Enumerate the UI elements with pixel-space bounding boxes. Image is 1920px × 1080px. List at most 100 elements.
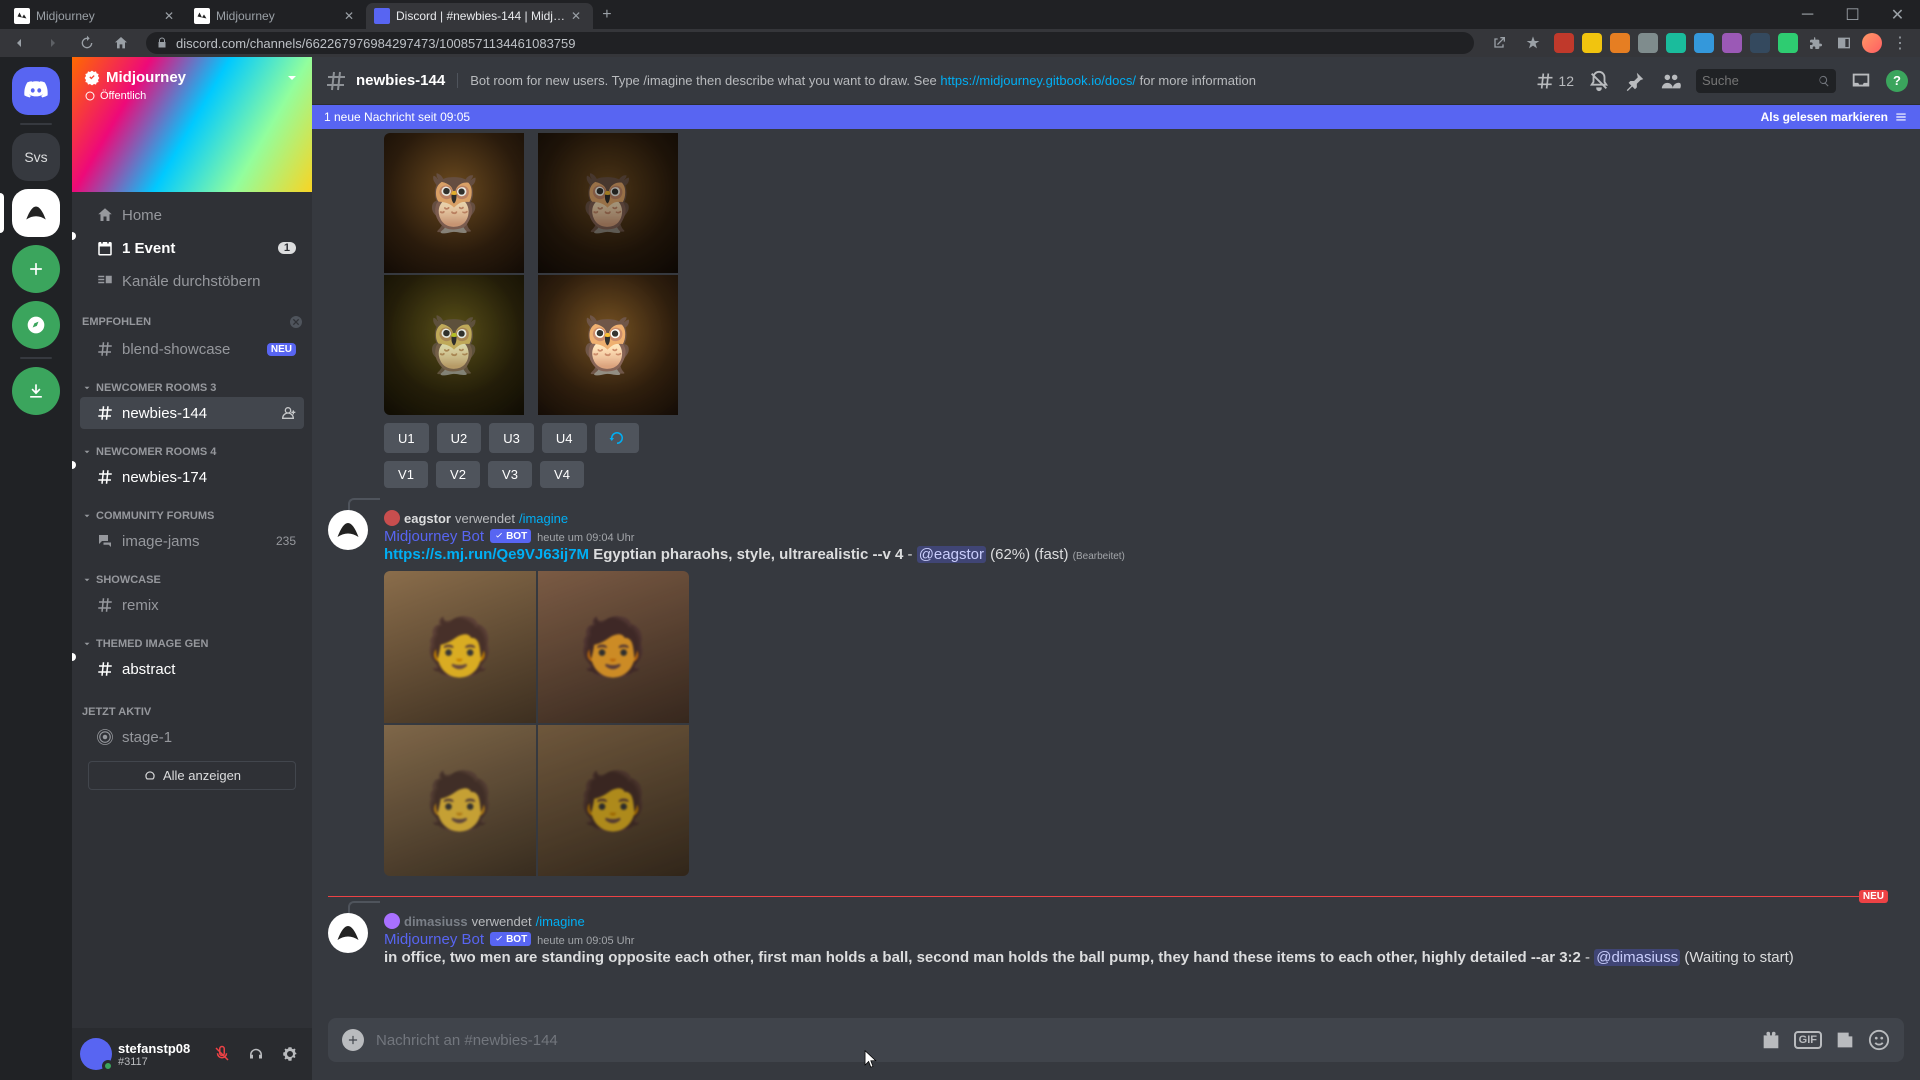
minimize-icon[interactable]: ─ — [1785, 0, 1830, 29]
channel-topic[interactable]: Bot room for new users. Type /imagine th… — [457, 73, 1527, 88]
pin-icon[interactable] — [1624, 70, 1646, 92]
nav-home[interactable]: Home — [80, 199, 304, 231]
ext-icon[interactable] — [1778, 33, 1798, 53]
settings-icon[interactable] — [276, 1040, 304, 1068]
reply-context[interactable]: eagstor verwendet /imagine — [384, 510, 1904, 526]
category-recommended[interactable]: EMPFOHLEN — [72, 298, 312, 332]
add-server-button[interactable] — [12, 245, 60, 293]
category-forums[interactable]: COMMUNITY FORUMS — [72, 494, 312, 524]
channel-stage-1[interactable]: stage-1 — [80, 721, 304, 753]
generated-image[interactable] — [384, 275, 524, 415]
prompt-link[interactable]: https://s.mj.run/Qe9VJ63ij7M — [384, 546, 589, 563]
new-tab-button[interactable]: + — [593, 1, 621, 29]
image-grid[interactable] — [384, 571, 689, 876]
search-input[interactable] — [1702, 73, 1814, 88]
invite-icon[interactable] — [280, 405, 296, 421]
v2-button[interactable]: V2 — [436, 461, 480, 488]
ext-icon[interactable] — [1554, 33, 1574, 53]
emoji-icon[interactable] — [1868, 1029, 1890, 1051]
user-info[interactable]: stefanstp08 #3117 — [118, 1041, 202, 1068]
share-icon[interactable] — [1486, 30, 1512, 56]
ext-icon[interactable] — [1582, 33, 1602, 53]
bot-avatar[interactable] — [328, 913, 368, 953]
reload-icon[interactable] — [74, 30, 100, 56]
generated-image[interactable] — [538, 275, 678, 415]
channel-newbies-144[interactable]: newbies-144 — [80, 397, 304, 429]
message-author[interactable]: Midjourney Bot — [384, 528, 484, 545]
chevron-down-icon[interactable] — [284, 70, 300, 86]
home-icon[interactable] — [108, 30, 134, 56]
close-window-icon[interactable]: ✕ — [1875, 0, 1920, 29]
download-button[interactable] — [12, 367, 60, 415]
profile-icon[interactable] — [1862, 33, 1882, 53]
channel-remix[interactable]: remix — [80, 589, 304, 621]
browser-tab[interactable]: Midjourney ✕ — [186, 3, 366, 29]
inbox-icon[interactable] — [1850, 70, 1872, 92]
search-box[interactable] — [1696, 69, 1836, 93]
maximize-icon[interactable]: ☐ — [1830, 0, 1875, 29]
ext-icon[interactable] — [1610, 33, 1630, 53]
v4-button[interactable]: V4 — [540, 461, 584, 488]
generated-image[interactable] — [538, 133, 678, 273]
user-mention[interactable]: @dimasiuss — [1594, 949, 1680, 966]
notifications-icon[interactable] — [1588, 70, 1610, 92]
reroll-button[interactable] — [595, 423, 639, 453]
reply-context[interactable]: dimasiuss verwendet /imagine — [384, 913, 1904, 929]
ext-icon[interactable] — [1666, 33, 1686, 53]
close-icon[interactable] — [288, 314, 304, 330]
server-midjourney[interactable] — [12, 189, 60, 237]
sticker-icon[interactable] — [1834, 1029, 1856, 1051]
user-avatar[interactable] — [80, 1038, 112, 1070]
channel-blend-showcase[interactable]: blend-showcase NEU — [80, 333, 304, 365]
gif-button[interactable]: GIF — [1794, 1031, 1822, 1049]
image-grid[interactable] — [384, 133, 689, 415]
discord-home-button[interactable] — [12, 67, 60, 115]
channel-newbies-174[interactable]: newbies-174 — [80, 461, 304, 493]
close-icon[interactable]: ✕ — [164, 9, 178, 23]
forward-icon[interactable] — [40, 30, 66, 56]
category-showcase[interactable]: SHOWCASE — [72, 558, 312, 588]
nav-browse-channels[interactable]: Kanäle durchstöbern — [80, 265, 304, 297]
show-all-button[interactable]: Alle anzeigen — [88, 761, 296, 790]
star-icon[interactable] — [1520, 30, 1546, 56]
user-mention[interactable]: @eagstor — [917, 546, 986, 563]
bot-avatar[interactable] — [328, 510, 368, 550]
channel-image-jams[interactable]: image-jams 235 — [80, 525, 304, 557]
mark-read-button[interactable]: Als gelesen markieren — [1761, 110, 1908, 124]
category-newcomer3[interactable]: NEWCOMER ROOMS 3 — [72, 366, 312, 396]
gift-icon[interactable] — [1760, 1029, 1782, 1051]
ext-icon[interactable] — [1750, 33, 1770, 53]
add-attachment-icon[interactable] — [342, 1029, 364, 1051]
back-icon[interactable] — [6, 30, 32, 56]
topic-link[interactable]: https://midjourney.gitbook.io/docs/ — [940, 73, 1136, 88]
message-author[interactable]: Midjourney Bot — [384, 931, 484, 948]
mute-icon[interactable] — [208, 1040, 236, 1068]
u2-button[interactable]: U2 — [437, 423, 482, 453]
message-input-box[interactable]: GIF — [328, 1018, 1904, 1062]
sidepanel-icon[interactable] — [1834, 33, 1854, 53]
generated-image[interactable] — [384, 725, 536, 877]
generated-image[interactable] — [384, 133, 524, 273]
channel-abstract[interactable]: abstract — [80, 653, 304, 685]
browser-tab-active[interactable]: Discord | #newbies-144 | Midj… ✕ — [366, 3, 593, 29]
new-messages-bar[interactable]: 1 neue Nachricht seit 09:05 Als gelesen … — [312, 105, 1920, 129]
deafen-icon[interactable] — [242, 1040, 270, 1068]
v1-button[interactable]: V1 — [384, 461, 428, 488]
members-icon[interactable] — [1660, 70, 1682, 92]
url-field[interactable]: discord.com/channels/662267976984297473/… — [146, 32, 1474, 54]
help-icon[interactable]: ? — [1886, 70, 1908, 92]
u1-button[interactable]: U1 — [384, 423, 429, 453]
ext-icon[interactable] — [1722, 33, 1742, 53]
server-banner[interactable]: Midjourney Öffentlich — [72, 57, 312, 192]
generated-image[interactable] — [538, 725, 690, 877]
v3-button[interactable]: V3 — [488, 461, 532, 488]
threads-button[interactable]: 12 — [1535, 71, 1574, 91]
ext-icon[interactable] — [1638, 33, 1658, 53]
close-icon[interactable]: ✕ — [344, 9, 358, 23]
server-svs[interactable]: Svs — [12, 133, 60, 181]
channel-list[interactable]: Home 1 Event 1 Kanäle durchstöbern EMPFO… — [72, 192, 312, 1028]
category-themed[interactable]: THEMED IMAGE GEN — [72, 622, 312, 652]
message-input[interactable] — [376, 1032, 1748, 1049]
generated-image[interactable] — [384, 571, 536, 723]
generated-image[interactable] — [538, 571, 690, 723]
